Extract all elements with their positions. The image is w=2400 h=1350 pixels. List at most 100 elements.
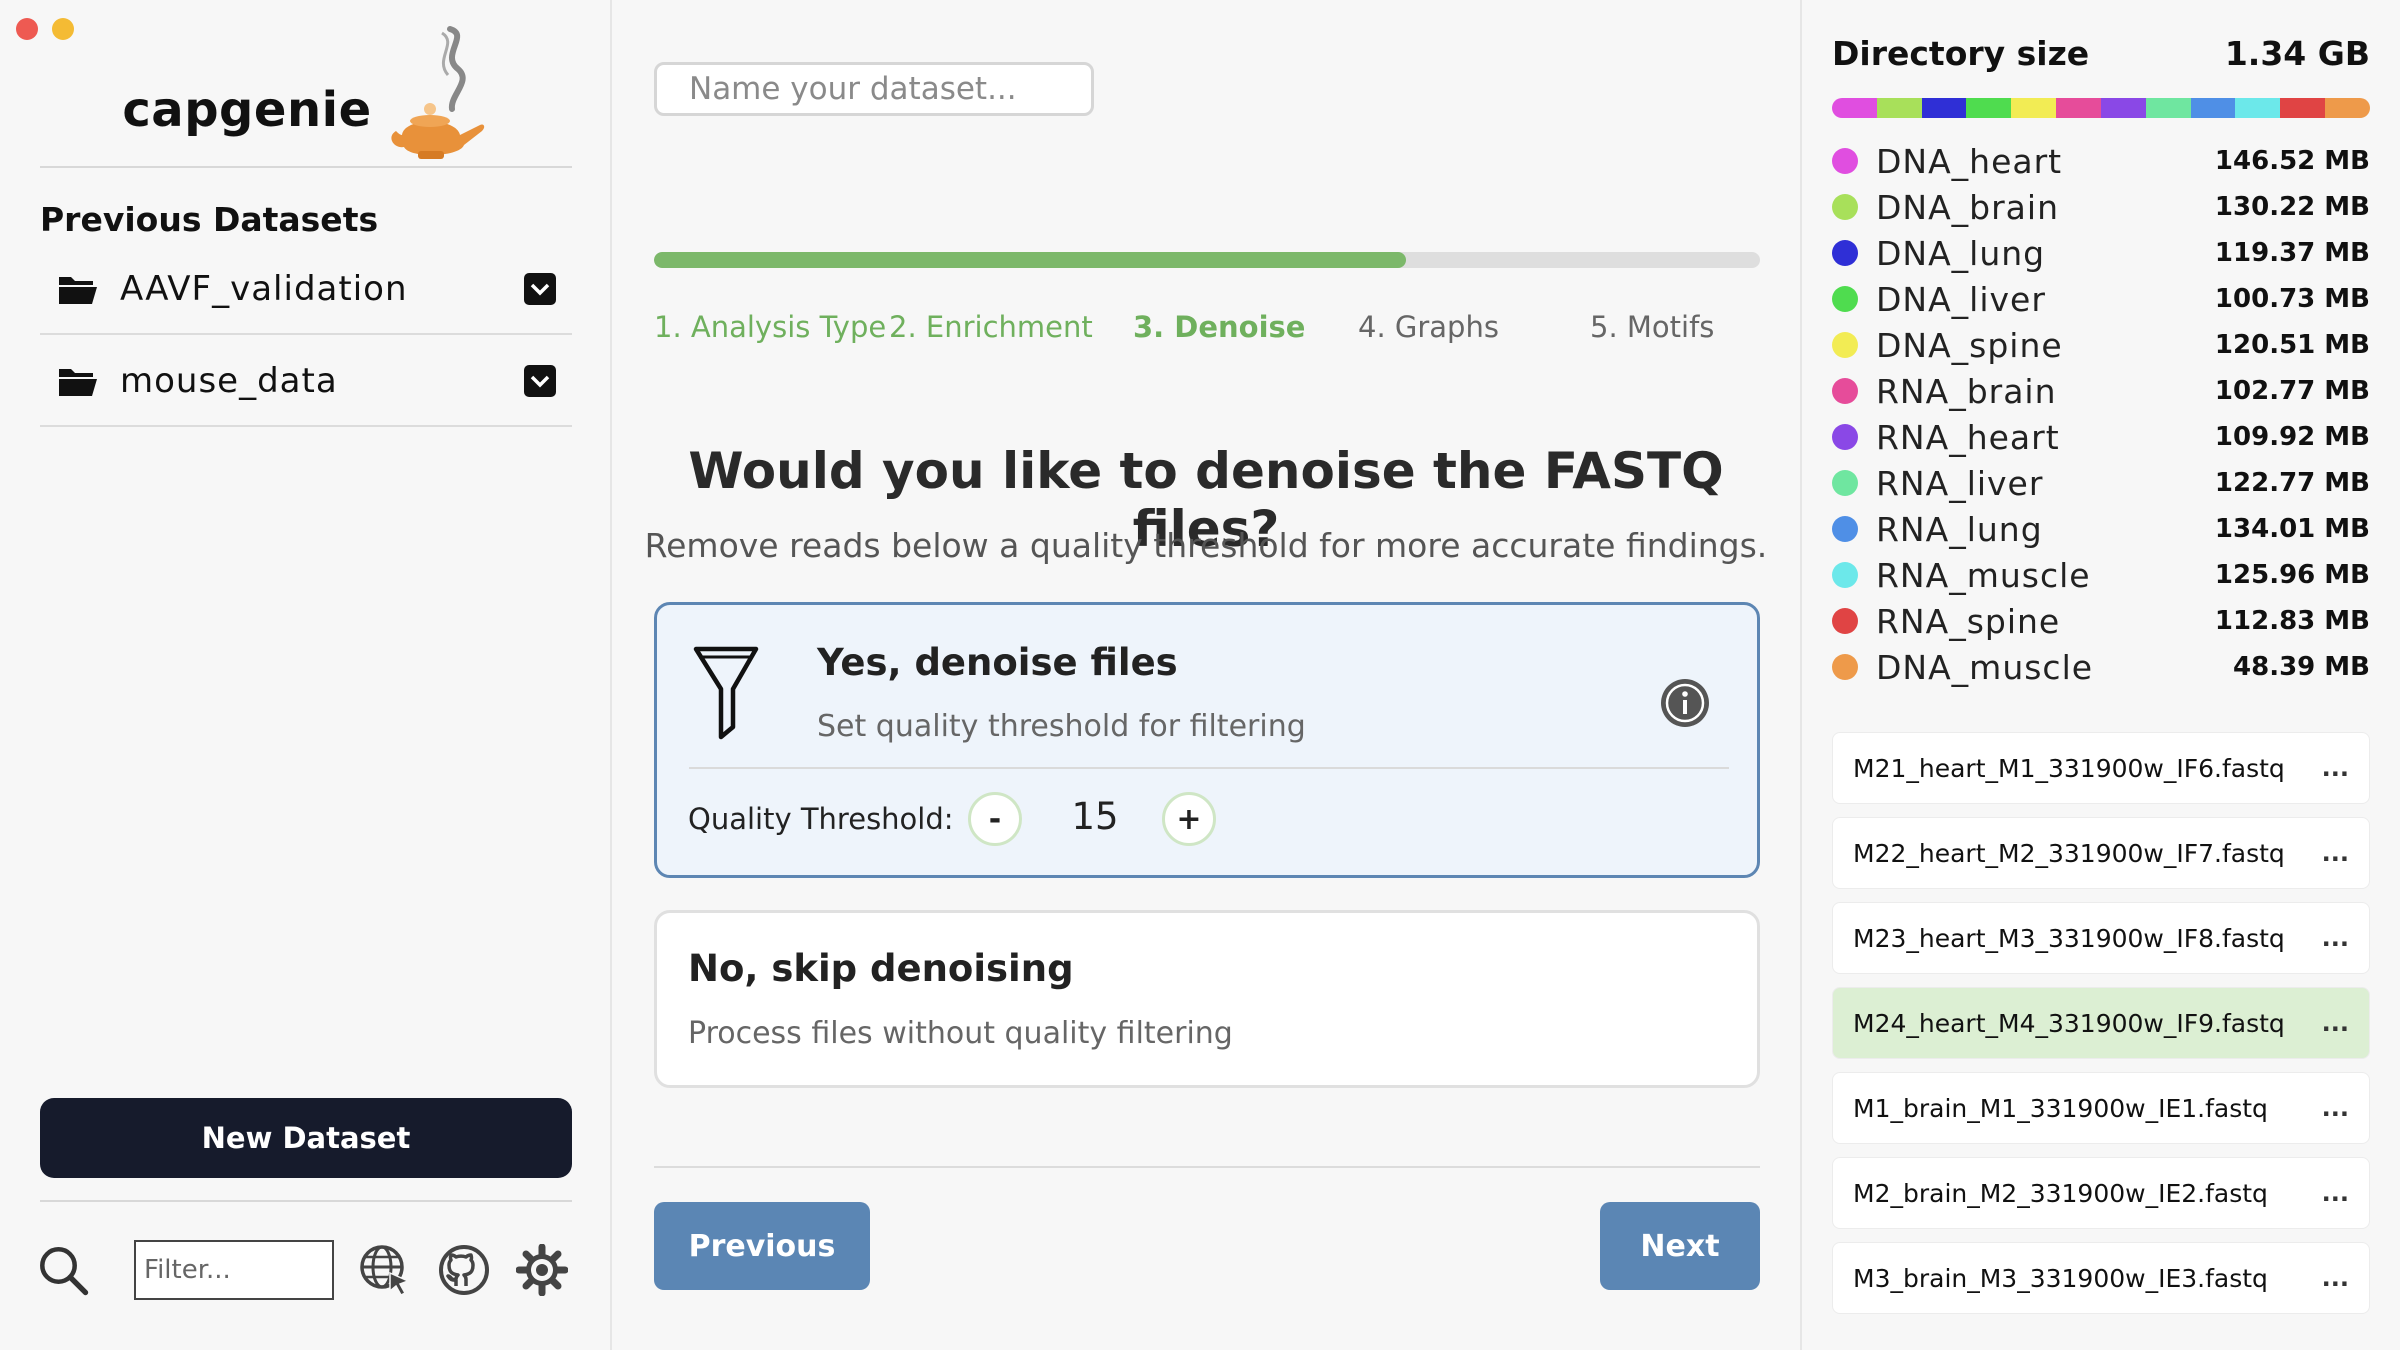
sidebar: capgenie Previous Datasets AAVF_validati… [0,0,612,1350]
file-item[interactable]: M23_heart_M3_331900w_IF8.fastq... [1832,902,2370,974]
legend-item: DNA_liver 100.73 MB [1832,276,2370,322]
size-bar-segment [2056,98,2101,118]
footer-divider [654,1166,1760,1168]
size-bar-segment [1966,98,2012,118]
dataset-label: AAVF_validation [120,269,408,309]
minimize-window-button[interactable] [52,18,74,40]
step-analysis-type[interactable]: 1. Analysis Type [654,310,886,344]
file-name: M3_brain_M3_331900w_IE3.fastq [1853,1263,2268,1293]
globe-cursor-icon[interactable] [358,1243,412,1297]
option-description: Set quality threshold for filtering [817,709,1306,744]
legend-size: 130.22 MB [2214,192,2370,222]
genie-lamp-icon [391,26,484,159]
quality-threshold-label: Quality Threshold: [688,802,954,836]
github-icon[interactable] [438,1243,490,1297]
dataset-item-aavf-validation[interactable]: AAVF_validation [40,245,572,335]
next-button[interactable]: Next [1600,1202,1760,1290]
legend-color-dot [1832,286,1858,312]
legend-item: RNA_lung 134.01 MB [1832,506,2370,552]
step-enrichment[interactable]: 2. Enrichment [889,310,1093,344]
size-bar-segment [1921,98,1967,118]
directory-legend: DNA_heart 146.52 MB DNA_brain 130.22 MB DNA_… [1832,138,2370,690]
file-item[interactable]: M24_heart_M4_331900w_IF9.fastq... [1832,987,2370,1059]
settings-gear-icon[interactable] [516,1243,568,1297]
previous-button[interactable]: Previous [654,1202,870,1290]
file-item[interactable]: M3_brain_M3_331900w_IE3.fastq... [1832,1242,2370,1314]
legend-color-dot [1832,378,1858,404]
file-name: M22_heart_M2_331900w_IF7.fastq [1853,838,2285,868]
size-bar-segment [2100,98,2146,118]
brand-logo: capgenie [40,26,572,165]
dataset-name-input[interactable] [654,62,1094,116]
legend-item: RNA_brain 102.77 MB [1832,368,2370,414]
legend-item: DNA_spine 120.51 MB [1832,322,2370,368]
file-item[interactable]: M1_brain_M1_331900w_IE1.fastq... [1832,1072,2370,1144]
legend-name: DNA_heart [1876,141,2063,181]
threshold-decrement-button[interactable]: - [968,792,1022,846]
close-window-button[interactable] [16,18,38,40]
legend-name: RNA_muscle [1876,555,2091,595]
more-options-icon[interactable]: ... [2322,1094,2349,1122]
legend-color-dot [1832,424,1858,450]
file-item[interactable]: M2_brain_M2_331900w_IE2.fastq... [1832,1157,2370,1229]
progress-fill [654,252,1407,268]
info-icon[interactable] [1659,677,1711,729]
legend-size: 120.51 MB [2214,330,2370,360]
new-dataset-button[interactable]: New Dataset [40,1098,572,1178]
more-options-icon[interactable]: ... [2322,924,2349,952]
sidebar-divider [40,1200,572,1202]
more-options-icon[interactable]: ... [2322,1179,2349,1207]
search-icon[interactable] [36,1243,90,1297]
legend-color-dot [1832,654,1858,680]
size-bar-segment [2145,98,2191,118]
file-item[interactable]: M22_heart_M2_331900w_IF7.fastq... [1832,817,2370,889]
directory-panel: Directory size 1.34 GB DNA_heart 146.52 M… [1800,0,2400,1350]
size-bar-segment [2011,98,2057,118]
legend-name: RNA_heart [1876,417,2060,457]
option-denoise-yes[interactable]: Yes, denoise files Set quality threshold… [654,602,1760,878]
legend-name: RNA_spine [1876,601,2061,641]
legend-color-dot [1832,608,1858,634]
legend-size: 100.73 MB [2214,284,2370,314]
step-graphs[interactable]: 4. Graphs [1358,310,1499,344]
size-bar-segment [2235,98,2281,118]
more-options-icon[interactable]: ... [2322,839,2349,867]
legend-name: DNA_spine [1876,325,2063,365]
option-title: No, skip denoising [688,947,1074,990]
legend-item: DNA_brain 130.22 MB [1832,184,2370,230]
legend-size: 112.83 MB [2214,606,2370,636]
legend-size: 125.96 MB [2214,560,2370,590]
chevron-down-icon[interactable] [524,365,556,397]
legend-color-dot [1832,562,1858,588]
threshold-increment-button[interactable]: + [1162,792,1216,846]
quality-threshold-value: 15 [1071,795,1119,838]
step-motifs[interactable]: 5. Motifs [1590,310,1714,344]
size-bar-segment [2280,98,2326,118]
progress-bar [654,252,1760,268]
file-item[interactable]: M21_heart_M1_331900w_IF6.fastq... [1832,732,2370,804]
file-name: M24_heart_M4_331900w_IF9.fastq [1853,1008,2285,1038]
option-title: Yes, denoise files [817,641,1178,684]
step-denoise[interactable]: 3. Denoise [1133,310,1305,344]
filter-input[interactable] [134,1240,334,1300]
legend-item: DNA_lung 119.37 MB [1832,230,2370,276]
directory-size-bar [1832,98,2370,118]
legend-color-dot [1832,240,1858,266]
more-options-icon[interactable]: ... [2322,754,2349,782]
option-denoise-no[interactable]: No, skip denoising Process files without… [654,910,1760,1088]
legend-color-dot [1832,332,1858,358]
legend-name: DNA_lung [1876,233,2046,273]
legend-name: RNA_liver [1876,463,2044,503]
more-options-icon[interactable]: ... [2322,1009,2349,1037]
page-subtitle: Remove reads below a quality threshold f… [644,526,1768,565]
dataset-item-mouse-data[interactable]: mouse_data [40,337,572,427]
sidebar-divider [40,166,572,168]
legend-name: DNA_brain [1876,187,2059,227]
more-options-icon[interactable]: ... [2322,1264,2349,1292]
chevron-down-icon[interactable] [524,273,556,305]
legend-size: 122.77 MB [2214,468,2370,498]
legend-item: DNA_heart 146.52 MB [1832,138,2370,184]
filter-funnel-icon [693,646,759,740]
sidebar-toolbar [36,1230,576,1310]
legend-size: 119.37 MB [2214,238,2370,268]
